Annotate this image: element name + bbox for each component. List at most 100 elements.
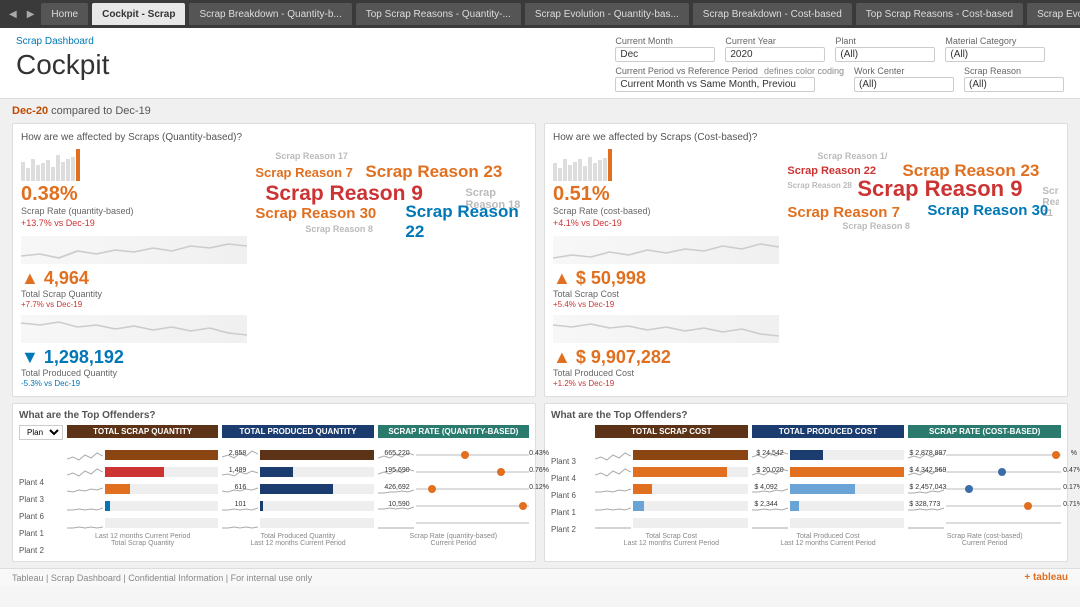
period-select[interactable]: Current Month vs Same Month, Previous Ye… bbox=[615, 77, 815, 92]
plant-3-label: Plant 3 bbox=[19, 495, 63, 504]
scrap-rate-qty-label: Scrap Rate (quantity-based) bbox=[21, 206, 134, 216]
nav-tab-top-reasons-qty[interactable]: Top Scrap Reasons - Quantity-... bbox=[356, 3, 521, 25]
nav-tab-top-reasons-cost[interactable]: Top Scrap Reasons - Cost-based bbox=[856, 3, 1023, 25]
plant-selector-col: Plant Plant 4 Plant 3 Plant 6 Plant 1 Pl… bbox=[19, 425, 63, 555]
plant-6-label: Plant 6 bbox=[19, 512, 63, 521]
cost-kpi-left: 0.51% Scrap Rate (cost-based) +4.1% vs D… bbox=[553, 149, 779, 388]
total-scrap-cost-col: TOTAL SCRAP COST $ 24,542 bbox=[595, 425, 748, 547]
plant-1-label: Plant 1 bbox=[19, 529, 63, 538]
p3-scrap-bar: 1,489 bbox=[105, 467, 218, 477]
cost-section-title: How are we affected by Scraps (Cost-base… bbox=[553, 132, 1059, 143]
scrap-rate-qty-header: SCRAP RATE (QUANTITY-BASED) bbox=[378, 425, 529, 438]
material-category-select[interactable]: (All) bbox=[945, 47, 1045, 62]
c1-sc-bar: $ 2,344 bbox=[633, 501, 748, 511]
c4-pc-bar: $ 4,342,569 bbox=[790, 467, 905, 477]
header-filters: Current Month Dec Current Year 2020 Plan… bbox=[615, 36, 1064, 92]
filter-period: Current Period vs Reference Period defin… bbox=[615, 66, 844, 92]
c2-pc-bar bbox=[790, 518, 905, 528]
cost-plant-1-label: Plant 1 bbox=[551, 508, 591, 517]
c3-pc-bar: $ 2,878,897 bbox=[790, 450, 905, 460]
c3-sr-track: % bbox=[946, 454, 1061, 456]
cost-plant-labels: Plant 3 Plant 4 Plant 6 Plant 1 Plant 2 bbox=[551, 425, 591, 547]
c2-sc-bar bbox=[633, 518, 748, 528]
scrap-cost-header: TOTAL SCRAP COST bbox=[595, 425, 748, 438]
cost-plant-2-label: Plant 2 bbox=[551, 525, 591, 534]
c2-sr-track bbox=[946, 522, 1061, 524]
p4-prod-bar: 665,220 bbox=[260, 450, 373, 460]
tableau-logo: + tableau bbox=[1024, 572, 1068, 583]
work-center-select[interactable]: (All) bbox=[854, 77, 954, 92]
p1-scrap-bar: 101 bbox=[105, 501, 218, 511]
c2-sr-sparkline bbox=[908, 517, 944, 529]
cost-plant-6-label: Plant 6 bbox=[551, 491, 591, 500]
filter-work-center: Work Center (All) bbox=[854, 66, 954, 92]
main-content: Dec-20 compared to Dec-19 How are we aff… bbox=[0, 99, 1080, 568]
total-scrap-qty-label: Total Scrap Quantity bbox=[21, 289, 247, 299]
word-cloud-cost: Scrap Reason 1/ Scrap Reason 22 Scrap Re… bbox=[787, 149, 1059, 269]
plant-filter-select[interactable]: Plant bbox=[19, 425, 63, 440]
current-year-select[interactable]: 2020 bbox=[725, 47, 825, 62]
scrap-reason-select[interactable]: (All) bbox=[964, 77, 1064, 92]
offenders-cost-content: Plant 3 Plant 4 Plant 6 Plant 1 Plant 2 … bbox=[551, 425, 1061, 547]
nav-tab-home[interactable]: Home bbox=[41, 3, 88, 25]
nav-tab-evolution-cost[interactable]: Scrap Evolution - Cost-based bbox=[1027, 3, 1080, 25]
total-scrap-cost-label: Total Scrap Cost bbox=[553, 289, 779, 299]
quantity-section-title: How are we affected by Scraps (Quantity-… bbox=[21, 132, 527, 143]
p2-prod-sparkline bbox=[222, 517, 258, 529]
breadcrumb: Scrap Dashboard bbox=[16, 36, 109, 47]
footer-text: Tableau | Scrap Dashboard | Confidential… bbox=[12, 573, 312, 583]
produced-cost-header: TOTAL PRODUCED COST bbox=[752, 425, 905, 438]
word-cloud-qty: Scrap Reason 17 Scrap Reason 7 Scrap Rea… bbox=[255, 149, 527, 269]
p4-sr-track: 0.43% bbox=[416, 454, 529, 456]
p1-prod-bar: 10,590 bbox=[260, 501, 373, 511]
scrap-rate-cost-value: 0.51% bbox=[553, 183, 651, 206]
total-produced-qty-change: -5.3% vs Dec-19 bbox=[21, 379, 247, 388]
nav-forward-arrow[interactable]: ▶ bbox=[24, 7, 38, 22]
page-footer: Tableau | Scrap Dashboard | Confidential… bbox=[0, 568, 1080, 586]
nav-tab-breakdown-cost[interactable]: Scrap Breakdown - Cost-based bbox=[693, 3, 852, 25]
current-month-select[interactable]: Dec bbox=[615, 47, 715, 62]
p6-sr-track: 0.12% bbox=[416, 488, 529, 490]
c1-sc-sparkline bbox=[595, 500, 631, 512]
c1-pc-bar: $ 328,773 bbox=[790, 501, 905, 511]
scrap-qty-header: TOTAL SCRAP QUANTITY bbox=[67, 425, 218, 438]
total-produced-qty: ▼ 1,298,192 Total Produced Quantity -5.3… bbox=[21, 315, 247, 388]
c2-sc-sparkline bbox=[595, 517, 631, 529]
total-scrap-cost-value: ▲ $ 50,998 bbox=[553, 268, 779, 289]
total-scrap-qty-value: ▲ 4,964 bbox=[21, 268, 247, 289]
nav-tab-cockpit[interactable]: Cockpit - Scrap bbox=[92, 3, 185, 25]
c4-sc-sparkline bbox=[595, 466, 631, 478]
p2-sr-track bbox=[416, 522, 529, 524]
filter-material-category: Material Category (All) bbox=[945, 36, 1045, 62]
c2-pc-sparkline bbox=[752, 517, 788, 529]
cost-plant-3-label: Plant 3 bbox=[551, 457, 591, 466]
scrap-rate-qty-change: +13.7% vs Dec-19 bbox=[21, 218, 134, 228]
total-scrap-qty-col: TOTAL SCRAP QUANTITY 2,858 bbox=[67, 425, 218, 555]
filter-plant: Plant (All) bbox=[835, 36, 935, 62]
c3-sc-sparkline bbox=[595, 449, 631, 461]
filter-scrap-reason: Scrap Reason (All) bbox=[964, 66, 1064, 92]
offenders-qty-title: What are the Top Offenders? bbox=[19, 410, 529, 421]
plant-select[interactable]: (All) bbox=[835, 47, 935, 62]
scrap-rate-cost-change: +4.1% vs Dec-19 bbox=[553, 218, 651, 228]
p2-prod-bar bbox=[260, 518, 373, 528]
total-produced-cost-change: +1.2% vs Dec-19 bbox=[553, 379, 779, 388]
produced-qty-header: TOTAL PRODUCED QUANTITY bbox=[222, 425, 373, 438]
p4-scrap-sparkline bbox=[67, 449, 103, 461]
nav-tab-evolution-qty[interactable]: Scrap Evolution - Quantity-bas... bbox=[525, 3, 689, 25]
c6-pc-bar: $ 2,457,043 bbox=[790, 484, 905, 494]
scrap-rate-cost-label: Scrap Rate (cost-based) bbox=[553, 206, 651, 216]
total-produced-qty-label: Total Produced Quantity bbox=[21, 368, 247, 378]
c1-sr-track: 0.71% bbox=[946, 505, 1061, 507]
scrap-rate-cost-header: SCRAP RATE (COST-BASED) bbox=[908, 425, 1061, 438]
p3-scrap-sparkline bbox=[67, 466, 103, 478]
quantity-kpi-left: 0.38% Scrap Rate (quantity-based) +13.7%… bbox=[21, 149, 247, 388]
plant-2-label: Plant 2 bbox=[19, 546, 63, 555]
c4-sc-bar: $ 20,020 bbox=[633, 467, 748, 477]
filter-row-1: Current Month Dec Current Year 2020 Plan… bbox=[615, 36, 1064, 62]
nav-back-arrow[interactable]: ◀ bbox=[6, 7, 20, 22]
nav-tab-breakdown-qty[interactable]: Scrap Breakdown - Quantity-b... bbox=[189, 3, 351, 25]
c6-sc-sparkline bbox=[595, 483, 631, 495]
total-scrap-qty: ▲ 4,964 Total Scrap Quantity +7.7% vs De… bbox=[21, 236, 247, 309]
p6-scrap-sparkline bbox=[67, 483, 103, 495]
